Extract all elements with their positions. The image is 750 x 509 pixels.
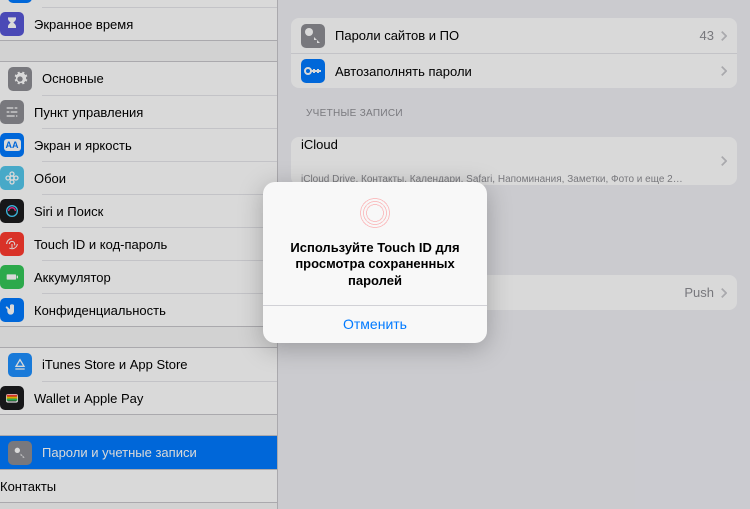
dialog-body: Используйте Touch ID для просмотра сохра… [263,182,487,305]
fingerprint-icon [358,196,392,230]
dialog-message: Используйте Touch ID для просмотра сохра… [279,240,471,289]
cancel-button[interactable]: Отменить [263,305,487,343]
touchid-dialog: Используйте Touch ID для просмотра сохра… [263,182,487,343]
